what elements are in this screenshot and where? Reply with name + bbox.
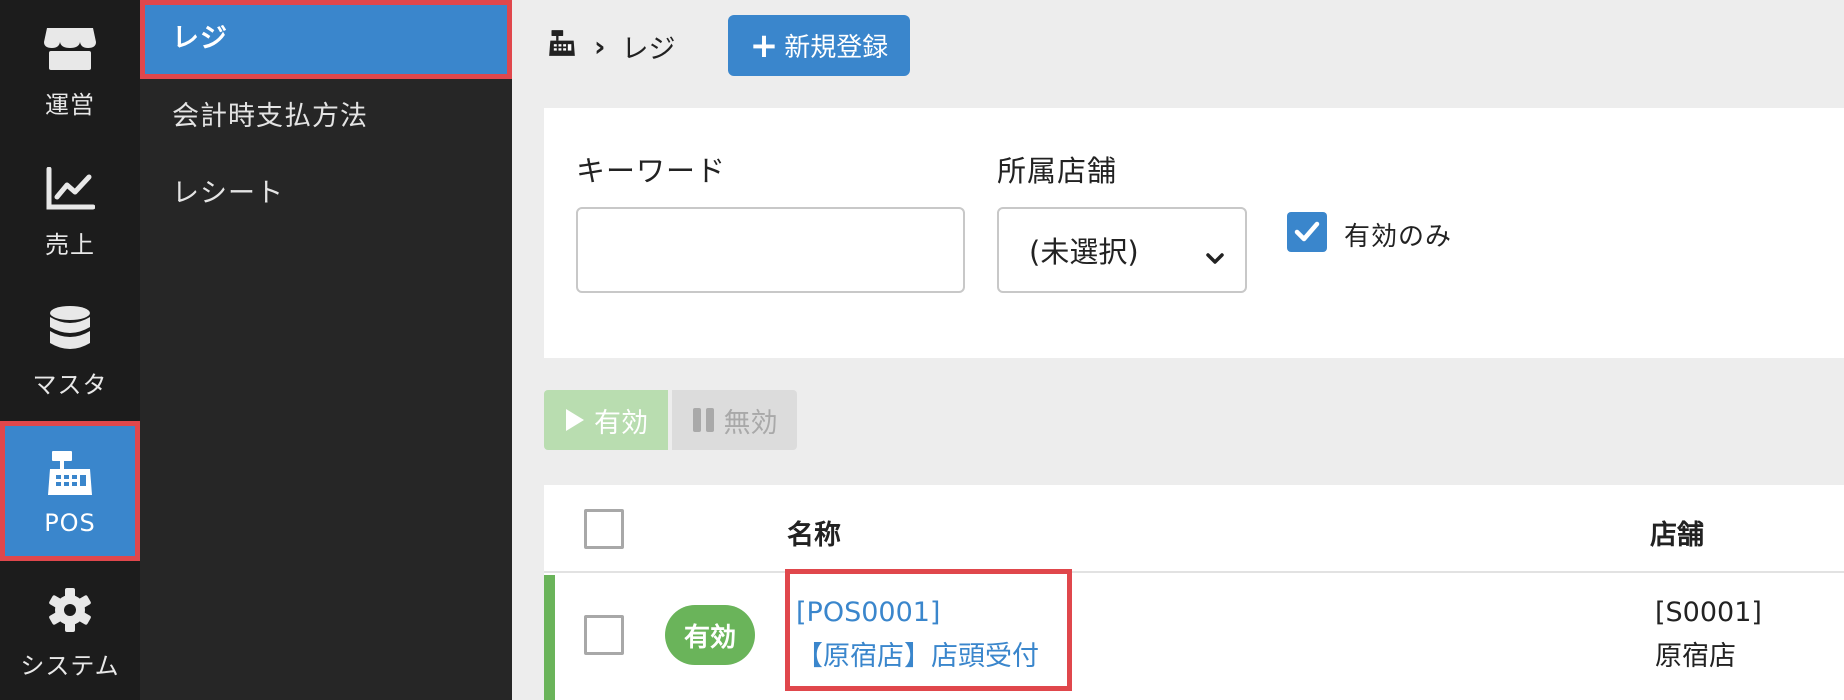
sidebar-item-label: 会計時支払方法	[172, 100, 368, 132]
checkmark-icon	[1294, 221, 1320, 242]
disable-button[interactable]: 無効	[672, 390, 797, 450]
register-name: 【原宿店】店頭受付	[796, 641, 1039, 672]
register-table: 名称 店舗 有効 [POS0001] 【原宿店】店頭受付 [S0001] 原宿店	[544, 485, 1844, 700]
plus-icon: +	[749, 25, 779, 66]
rail-label: 売上	[45, 230, 95, 259]
chevron-right-icon: ›	[594, 29, 606, 63]
main-rail: 運営 売上 マスタ POS システム	[0, 0, 140, 700]
play-icon	[564, 407, 586, 433]
rail-label: マスタ	[32, 370, 108, 399]
new-registration-button[interactable]: + 新規登録	[728, 15, 910, 76]
rail-item-sales[interactable]: 売上	[0, 140, 140, 280]
pause-icon	[692, 407, 716, 433]
table-header: 名称 店舗	[544, 485, 1844, 573]
chart-line-icon	[40, 161, 100, 217]
rail-item-master[interactable]: マスタ	[0, 280, 140, 420]
store-select-value: (未選択)	[1029, 235, 1139, 269]
new-registration-label: 新規登録	[784, 33, 889, 63]
store-icon	[40, 21, 100, 77]
status-badge: 有効	[665, 605, 755, 665]
sidebar-item-label: レシート	[172, 177, 284, 209]
disable-button-label: 無効	[723, 407, 778, 439]
rail-label: POS	[44, 509, 96, 537]
sidebar-item-register[interactable]: レジ	[140, 0, 512, 79]
cash-register-icon[interactable]	[548, 29, 576, 64]
active-only-checkbox[interactable]	[1287, 212, 1327, 252]
store-label: 所属店舗	[997, 154, 1118, 188]
breadcrumb: › レジ	[548, 16, 676, 76]
sub-sidebar: レジ 会計時支払方法 レシート	[140, 0, 512, 700]
cash-register-icon	[40, 445, 100, 501]
column-header-name: 名称	[787, 520, 841, 551]
enable-button[interactable]: 有効	[544, 390, 668, 450]
rail-label: 運営	[45, 90, 95, 119]
table-row[interactable]: 有効 [POS0001] 【原宿店】店頭受付 [S0001] 原宿店	[544, 569, 1844, 700]
row-checkbox[interactable]	[584, 615, 624, 655]
store-name: 原宿店	[1655, 641, 1736, 672]
enable-button-label: 有効	[594, 407, 648, 439]
store-cell: [S0001] 原宿店	[1655, 591, 1762, 679]
active-only-label[interactable]: 有効のみ	[1344, 216, 1452, 253]
register-name-link[interactable]: [POS0001] 【原宿店】店頭受付	[785, 569, 1072, 691]
sidebar-item-label: レジ	[172, 23, 228, 54]
sidebar-item-payment-methods[interactable]: 会計時支払方法	[140, 75, 512, 151]
column-header-store: 店舗	[1650, 520, 1704, 551]
sidebar-item-receipt[interactable]: レシート	[140, 152, 512, 228]
select-all-checkbox[interactable]	[584, 509, 624, 549]
rail-item-system[interactable]: システム	[0, 561, 140, 700]
database-icon	[40, 301, 100, 357]
keyword-input[interactable]	[576, 207, 965, 293]
breadcrumb-current: レジ	[621, 33, 676, 65]
rail-label: システム	[20, 651, 120, 680]
store-select[interactable]: (未選択)	[997, 207, 1247, 293]
gear-icon	[40, 582, 100, 638]
register-code: [POS0001]	[796, 597, 941, 628]
filter-panel: キーワード 所属店舗 (未選択) 有効のみ	[544, 108, 1844, 358]
store-code: [S0001]	[1655, 597, 1762, 628]
chevron-down-icon	[1205, 239, 1225, 273]
rail-item-operations[interactable]: 運営	[0, 0, 140, 140]
keyword-label: キーワード	[576, 154, 727, 188]
rail-item-pos[interactable]: POS	[0, 421, 140, 561]
